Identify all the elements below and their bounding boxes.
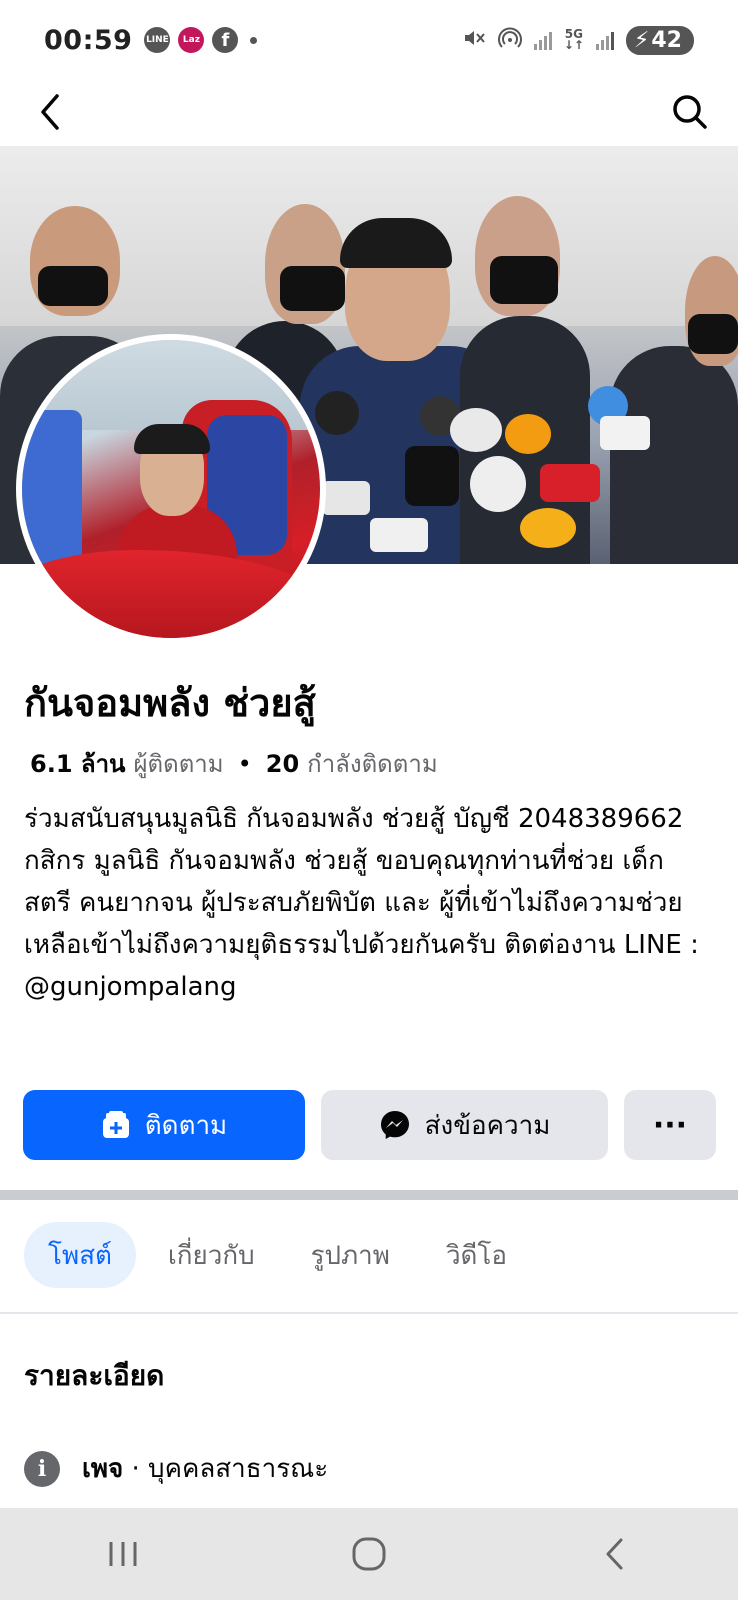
stats-separator: •	[237, 749, 252, 778]
line-icon: LINE	[144, 27, 171, 53]
chevron-left-icon	[41, 94, 59, 130]
section-divider	[0, 1190, 738, 1200]
cover-figure	[315, 391, 359, 435]
cover-figure	[520, 508, 576, 548]
followers-count[interactable]: 6.1 ล้าน	[30, 744, 125, 783]
more-notifications-dot	[250, 36, 258, 44]
recent-apps-icon	[109, 1542, 137, 1566]
cover-figure	[490, 256, 558, 304]
message-button[interactable]: ส่งข้อความ	[321, 1090, 608, 1160]
mute-icon	[462, 26, 486, 55]
followers-label[interactable]: ผู้ติดตาม	[133, 744, 223, 783]
cover-figure	[688, 314, 738, 354]
profile-picture[interactable]	[16, 334, 326, 644]
cover-figure	[370, 518, 428, 552]
cover-figure	[405, 446, 459, 506]
system-icons: 5G ↓↑ ⚡ 42	[462, 25, 694, 55]
back-arrow-icon	[606, 1538, 623, 1570]
person-hair	[134, 424, 210, 454]
hotspot-icon	[497, 26, 522, 55]
facebook-icon: f	[212, 27, 239, 53]
following-count[interactable]: 20	[266, 750, 299, 778]
message-label: ส่งข้อความ	[424, 1110, 551, 1141]
cover-figure	[600, 416, 650, 450]
cover-figure	[610, 346, 738, 564]
following-label[interactable]: กำลังติดตาม	[307, 744, 438, 783]
search-icon	[673, 95, 707, 129]
tab-about[interactable]: เกี่ยวกับ	[144, 1222, 279, 1288]
tab-posts[interactable]: โพสต์	[24, 1222, 136, 1288]
category-label: เพจ	[82, 1454, 124, 1484]
follow-button[interactable]: ติดตาม	[23, 1090, 305, 1160]
profile-picture-image	[22, 340, 320, 638]
system-navigation-bar	[0, 1508, 738, 1600]
status-bar: 00:59 LINE Laz f 5G ↓↑ ⚡ 42	[0, 0, 738, 80]
profile-tabs: โพสต์ เกี่ยวกับ รูปภาพ วิดีโอ	[24, 1222, 531, 1288]
lazada-icon: Laz	[178, 27, 205, 53]
home-button[interactable]	[329, 1524, 409, 1584]
details-heading: รายละเอียด	[24, 1359, 165, 1392]
page-bio: ร่วมสนับสนุนมูลนิธิ กันจอมพลัง ช่วยสู้ บ…	[24, 804, 699, 1002]
page-stats: 6.1 ล้าน ผู้ติดตาม • 20 กำลังติดตาม	[30, 744, 438, 783]
signal-icon-2	[595, 30, 614, 50]
signal-icon	[533, 30, 552, 50]
category-value: · บุคคลสาธารณะ	[131, 1454, 329, 1484]
car-seat	[22, 410, 82, 570]
more-options-button[interactable]: ···	[624, 1090, 716, 1160]
back-button[interactable]	[26, 88, 74, 136]
tabs-divider	[0, 1312, 738, 1314]
home-icon	[352, 1537, 386, 1571]
follow-label: ติดตาม	[144, 1110, 228, 1141]
notification-icons: LINE Laz f	[144, 27, 258, 53]
details-category-row: i เพจ · บุคคลสาธารณะ	[24, 1448, 328, 1489]
cover-figure	[450, 408, 502, 452]
info-icon: i	[24, 1450, 60, 1487]
messenger-icon	[380, 1111, 409, 1139]
clock: 00:59	[44, 24, 133, 56]
search-button[interactable]	[666, 88, 714, 136]
cover-figure	[322, 481, 370, 515]
cover-figure	[280, 266, 345, 311]
cover-figure	[505, 414, 551, 454]
follow-icon	[102, 1111, 129, 1138]
recent-apps-button[interactable]	[83, 1524, 163, 1584]
battery-indicator: ⚡ 42	[625, 25, 694, 55]
more-icon: ···	[652, 1107, 688, 1143]
top-nav	[0, 80, 738, 146]
cover-figure	[470, 456, 526, 512]
system-back-button[interactable]	[575, 1524, 655, 1584]
cover-figure	[540, 464, 600, 502]
network-5g-icon: 5G ↓↑	[563, 27, 584, 52]
cover-figure	[38, 266, 108, 306]
tab-videos[interactable]: วิดีโอ	[422, 1222, 531, 1288]
page-title: กันจอมพลัง ช่วยสู้	[24, 681, 316, 725]
tab-photos[interactable]: รูปภาพ	[287, 1222, 414, 1288]
